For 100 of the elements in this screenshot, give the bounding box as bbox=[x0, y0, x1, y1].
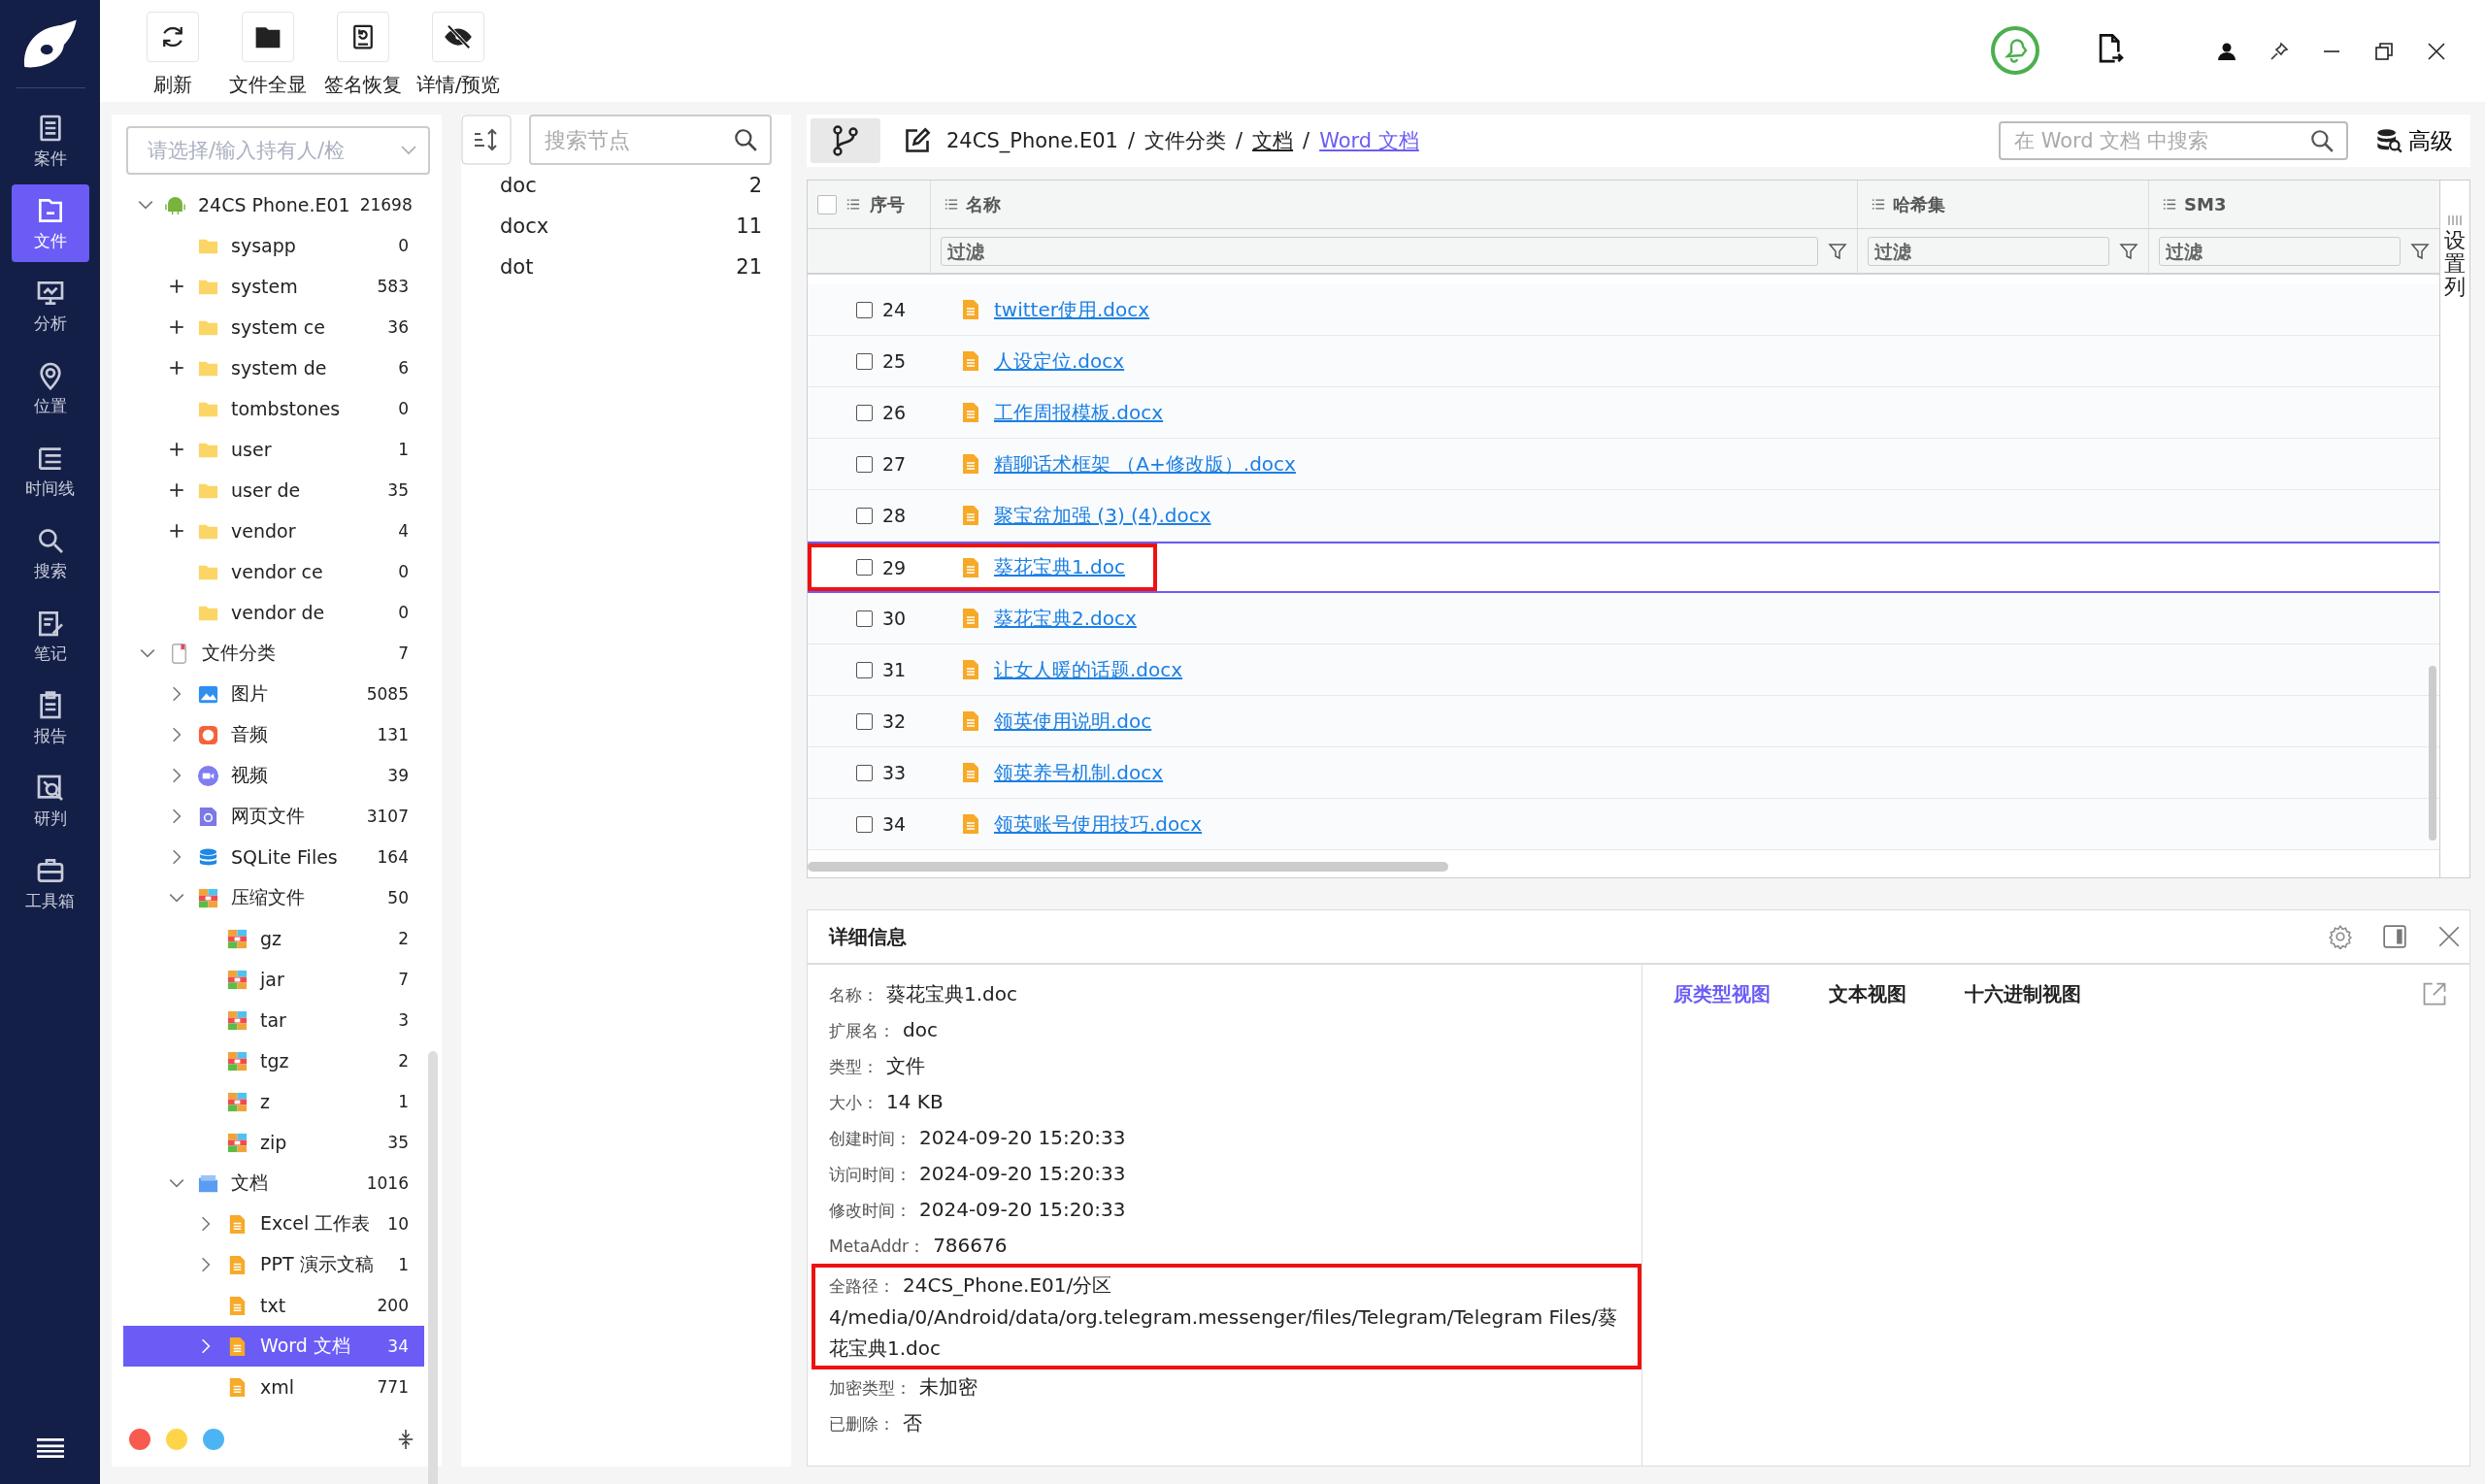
tree-item[interactable]: 文件分类 7 bbox=[123, 633, 424, 674]
expand-icon[interactable] bbox=[168, 441, 185, 458]
table-row[interactable]: 27 精聊话术框架 （A+修改版）.docx bbox=[808, 439, 2439, 490]
file-link[interactable]: 精聊话术框架 （A+修改版）.docx bbox=[994, 450, 1296, 478]
column-menu-icon[interactable] bbox=[846, 199, 860, 210]
tree-item[interactable]: 文档 1016 bbox=[123, 1163, 424, 1204]
row-checkbox[interactable] bbox=[856, 507, 873, 524]
open-external-icon[interactable] bbox=[2421, 980, 2448, 1007]
row-checkbox[interactable] bbox=[856, 455, 873, 473]
row-checkbox[interactable] bbox=[856, 815, 873, 833]
tree-item[interactable]: system 583 bbox=[123, 266, 424, 307]
row-checkbox[interactable] bbox=[856, 301, 873, 318]
row-checkbox[interactable] bbox=[856, 352, 873, 370]
extension-item[interactable]: docx 11 bbox=[461, 206, 791, 247]
file-link[interactable]: 领英养号机制.docx bbox=[994, 759, 1164, 786]
tree-item[interactable]: tar 3 bbox=[123, 1000, 424, 1040]
filter-field[interactable]: 过滤 bbox=[941, 236, 1818, 266]
tree-item[interactable]: system de 6 bbox=[123, 347, 424, 388]
row-checkbox[interactable] bbox=[856, 610, 873, 627]
restore-icon[interactable] bbox=[2374, 42, 2394, 61]
menu-icon[interactable] bbox=[36, 1437, 64, 1459]
table-row[interactable]: 30 葵花宝典2.docx bbox=[808, 593, 2439, 644]
column-header[interactable]: 名称 bbox=[966, 192, 1001, 216]
column-menu-icon[interactable] bbox=[944, 199, 958, 210]
nav-item[interactable]: 工具箱 bbox=[11, 844, 89, 922]
filter-icon[interactable] bbox=[2119, 241, 2138, 261]
collapse-icon[interactable] bbox=[397, 1428, 414, 1451]
tree-item[interactable]: 压缩文件 50 bbox=[123, 877, 424, 918]
toolbar-button[interactable]: 详情/预览 bbox=[414, 12, 502, 98]
column-header[interactable]: 哈希集 bbox=[1893, 192, 1945, 216]
nav-item[interactable]: 案件 bbox=[11, 102, 89, 180]
table-row[interactable]: 31 让女人暖的话题.docx bbox=[808, 644, 2439, 696]
file-link[interactable]: 葵花宝典1.doc bbox=[994, 554, 1125, 580]
view-tab[interactable]: 文本视图 bbox=[1829, 980, 1906, 1007]
tree-item[interactable]: txt 200 bbox=[123, 1285, 424, 1326]
tree-item[interactable]: PPT 演示文稿 1 bbox=[123, 1244, 424, 1285]
edit-icon[interactable] bbox=[904, 127, 931, 154]
search-icon[interactable] bbox=[733, 127, 758, 152]
file-link[interactable]: 工作周报模板.docx bbox=[994, 399, 1164, 426]
tree-item[interactable]: user de 35 bbox=[123, 470, 424, 511]
row-checkbox[interactable] bbox=[856, 404, 873, 421]
view-tab[interactable]: 十六进制视图 bbox=[1965, 980, 2081, 1007]
tree-item[interactable]: vendor 4 bbox=[123, 511, 424, 551]
tree-item[interactable]: 音频 131 bbox=[123, 714, 424, 755]
table-row[interactable]: 34 领英账号使用技巧.docx bbox=[808, 799, 2439, 850]
extension-item[interactable]: doc 2 bbox=[461, 165, 791, 206]
scrollbar[interactable] bbox=[2429, 666, 2436, 841]
expand-icon[interactable] bbox=[168, 278, 185, 295]
panel-toggle-icon[interactable] bbox=[2382, 924, 2407, 949]
file-link[interactable]: 葵花宝典2.docx bbox=[994, 605, 1137, 632]
tag-dot[interactable] bbox=[129, 1429, 150, 1450]
toolbar-button[interactable]: 刷新 bbox=[129, 12, 216, 98]
breadcrumb-item[interactable]: 文档 bbox=[1252, 127, 1294, 154]
filter-icon[interactable] bbox=[2410, 241, 2430, 261]
tree-item[interactable]: 24CS Phone.E01 21698 bbox=[123, 184, 424, 225]
pin-icon[interactable] bbox=[2270, 42, 2289, 61]
tree-item[interactable]: tombstones 0 bbox=[123, 388, 424, 429]
tree-item[interactable]: gz 2 bbox=[123, 918, 424, 959]
toolbar-button[interactable]: 签名恢复 bbox=[319, 12, 407, 98]
branch-button[interactable] bbox=[811, 118, 880, 163]
advanced-search-button[interactable]: 高级 bbox=[2369, 124, 2459, 157]
file-link[interactable]: 领英使用说明.doc bbox=[994, 708, 1152, 735]
nav-item[interactable]: 时间线 bbox=[11, 432, 89, 510]
table-row[interactable]: 25 人设定位.docx bbox=[808, 336, 2439, 387]
row-checkbox[interactable] bbox=[856, 712, 873, 730]
tag-dot[interactable] bbox=[203, 1429, 224, 1450]
close-icon[interactable] bbox=[2427, 42, 2446, 61]
tree-item[interactable]: vendor ce 0 bbox=[123, 551, 424, 592]
tree-item[interactable]: z 1 bbox=[123, 1081, 424, 1122]
tree-item[interactable]: sysapp 0 bbox=[123, 225, 424, 266]
tree-item[interactable]: tgz 2 bbox=[123, 1040, 424, 1081]
view-tab[interactable]: 原类型视图 bbox=[1673, 980, 1771, 1007]
nav-item[interactable]: 报告 bbox=[11, 679, 89, 757]
filter-icon[interactable] bbox=[1828, 241, 1847, 261]
tree-item[interactable]: 图片 5085 bbox=[123, 674, 424, 714]
extension-item[interactable]: dot 21 bbox=[461, 247, 791, 287]
nav-item[interactable]: 搜索 bbox=[11, 514, 89, 592]
filter-field[interactable]: 过滤 bbox=[2159, 236, 2401, 266]
column-menu-icon[interactable] bbox=[1872, 199, 1885, 210]
tree-item[interactable]: user 1 bbox=[123, 429, 424, 470]
file-link[interactable]: 领英账号使用技巧.docx bbox=[994, 810, 1203, 838]
table-row[interactable]: 28 聚宝盆加强 (3) (4).docx bbox=[808, 490, 2439, 542]
scrollbar[interactable] bbox=[428, 1051, 438, 1484]
expand-icon[interactable] bbox=[168, 318, 185, 336]
search-icon[interactable] bbox=[2309, 128, 2335, 153]
column-menu-icon[interactable] bbox=[2163, 199, 2176, 210]
column-header[interactable]: 序号 bbox=[870, 192, 905, 216]
user-icon[interactable] bbox=[2217, 42, 2236, 61]
expand-icon[interactable] bbox=[168, 359, 185, 377]
tree-item[interactable]: Excel 工作表 10 bbox=[123, 1204, 424, 1244]
table-row[interactable]: 26 工作周报模板.docx bbox=[808, 387, 2439, 439]
row-checkbox[interactable] bbox=[856, 764, 873, 781]
table-row[interactable]: 24 twitter使用.docx bbox=[808, 284, 2439, 336]
tree-item[interactable]: Word 文档 34 bbox=[123, 1326, 424, 1367]
tree-item[interactable]: 视频 39 bbox=[123, 755, 424, 796]
nav-item[interactable]: 文件 bbox=[11, 184, 89, 262]
tree-item[interactable]: system ce 36 bbox=[123, 307, 424, 347]
breadcrumb-item[interactable]: Word 文档 bbox=[1319, 127, 1419, 154]
column-header[interactable]: SM3 bbox=[2184, 194, 2227, 214]
tree-item[interactable]: 网页文件 3107 bbox=[123, 796, 424, 837]
